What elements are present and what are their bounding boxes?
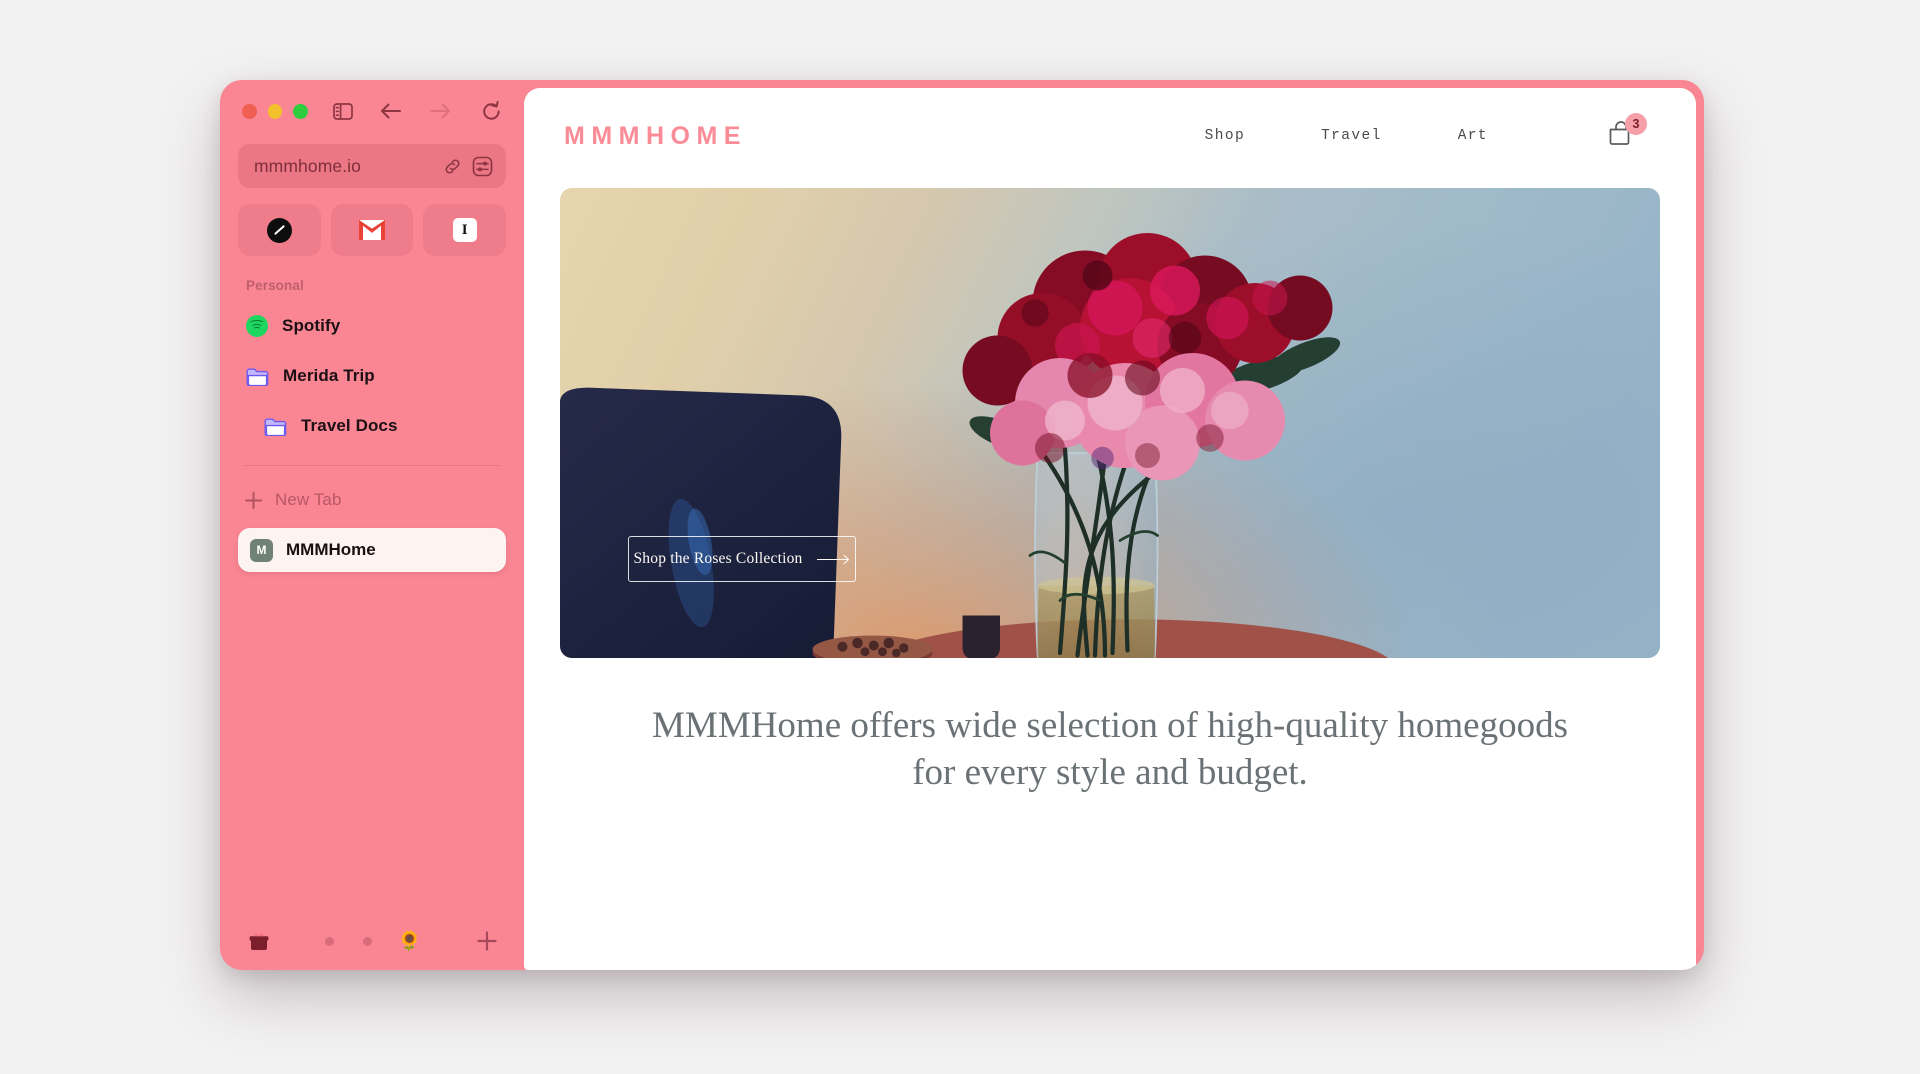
desktop-background: mmmhome.io I Personal Spotify Merida Tri… xyxy=(0,0,1920,1074)
sidebar-item-label: Spotify xyxy=(282,316,341,335)
pinned-app-ia-writer[interactable]: I xyxy=(423,204,507,256)
tab-title: MMMHome xyxy=(286,540,376,559)
back-button[interactable] xyxy=(378,98,403,124)
page-settings-icon[interactable] xyxy=(472,156,493,177)
ia-writer-icon: I xyxy=(452,218,477,242)
browser-window: mmmhome.io I Personal Spotify Merida Tri… xyxy=(220,80,1704,970)
minimize-button[interactable] xyxy=(267,103,283,119)
address-bar[interactable]: mmmhome.io xyxy=(238,144,506,188)
arc-icon xyxy=(266,217,292,243)
folder-icon xyxy=(264,418,287,436)
link-icon[interactable] xyxy=(443,157,462,176)
close-button[interactable] xyxy=(242,103,257,119)
folder-icon xyxy=(246,368,269,386)
new-tab-button[interactable]: New Tab xyxy=(238,476,506,524)
nav-link-art[interactable]: Art xyxy=(1458,128,1488,144)
browser-sidebar: mmmhome.io I Personal Spotify Merida Tri… xyxy=(220,80,524,970)
hero-image xyxy=(560,188,1660,658)
site-header: MMMHOME Shop Travel Art 3 xyxy=(524,88,1696,184)
site-logo[interactable]: MMMHOME xyxy=(564,122,747,151)
sidebar-toggle-icon[interactable] xyxy=(330,98,355,124)
reload-button[interactable] xyxy=(479,98,504,124)
cart-button[interactable]: 3 xyxy=(1606,113,1647,153)
cta-label: Shop the Roses Collection xyxy=(633,550,803,567)
tab-favicon: M xyxy=(250,538,273,562)
plus-icon xyxy=(245,491,262,509)
sidebar-divider xyxy=(244,465,500,466)
spotify-icon xyxy=(246,315,268,337)
space-dot-2[interactable] xyxy=(362,936,372,946)
pinned-app-gmail[interactable] xyxy=(330,204,414,256)
arrow-right-icon xyxy=(816,554,849,564)
cart-count-badge: 3 xyxy=(1625,113,1647,135)
space-dot-1[interactable] xyxy=(324,936,334,946)
sidebar-item-spotify[interactable]: Spotify xyxy=(238,301,506,351)
new-tab-label: New Tab xyxy=(275,490,342,509)
web-content-panel: MMMHOME Shop Travel Art 3 Shop the Roses… xyxy=(524,88,1696,970)
sidebar-item-merida-trip[interactable]: Merida Trip xyxy=(238,351,506,401)
sidebar-item-label: Merida Trip xyxy=(283,366,375,385)
nav-link-travel[interactable]: Travel xyxy=(1321,128,1382,144)
sidebar-item-label: Travel Docs xyxy=(301,416,398,435)
site-navigation: Shop Travel Art 3 xyxy=(1205,113,1647,153)
add-space-button[interactable] xyxy=(476,930,498,952)
forward-button[interactable] xyxy=(428,98,453,124)
pinned-apps-row: I xyxy=(238,204,507,256)
archive-box-icon[interactable] xyxy=(248,931,270,952)
window-titlebar xyxy=(238,80,506,142)
sidebar-section-label: Personal xyxy=(246,278,304,293)
sidebar-bottom-bar: 🌻 xyxy=(238,912,506,970)
space-emoji[interactable]: 🌻 xyxy=(398,932,422,951)
tab-mmmhome[interactable]: M MMMHome xyxy=(238,528,506,572)
url-input[interactable]: mmmhome.io xyxy=(254,156,433,177)
site-tagline: MMMHome offers wide selection of high-qu… xyxy=(652,705,1568,794)
pinned-app-arc[interactable] xyxy=(238,204,321,256)
sidebar-item-travel-docs[interactable]: Travel Docs xyxy=(238,401,506,451)
shop-roses-cta-button[interactable]: Shop the Roses Collection xyxy=(628,536,856,582)
hero-banner: Shop the Roses Collection xyxy=(560,188,1660,658)
maximize-button[interactable] xyxy=(293,103,309,119)
gmail-icon xyxy=(359,220,385,240)
plus-icon xyxy=(477,931,497,951)
nav-link-shop[interactable]: Shop xyxy=(1205,128,1245,144)
